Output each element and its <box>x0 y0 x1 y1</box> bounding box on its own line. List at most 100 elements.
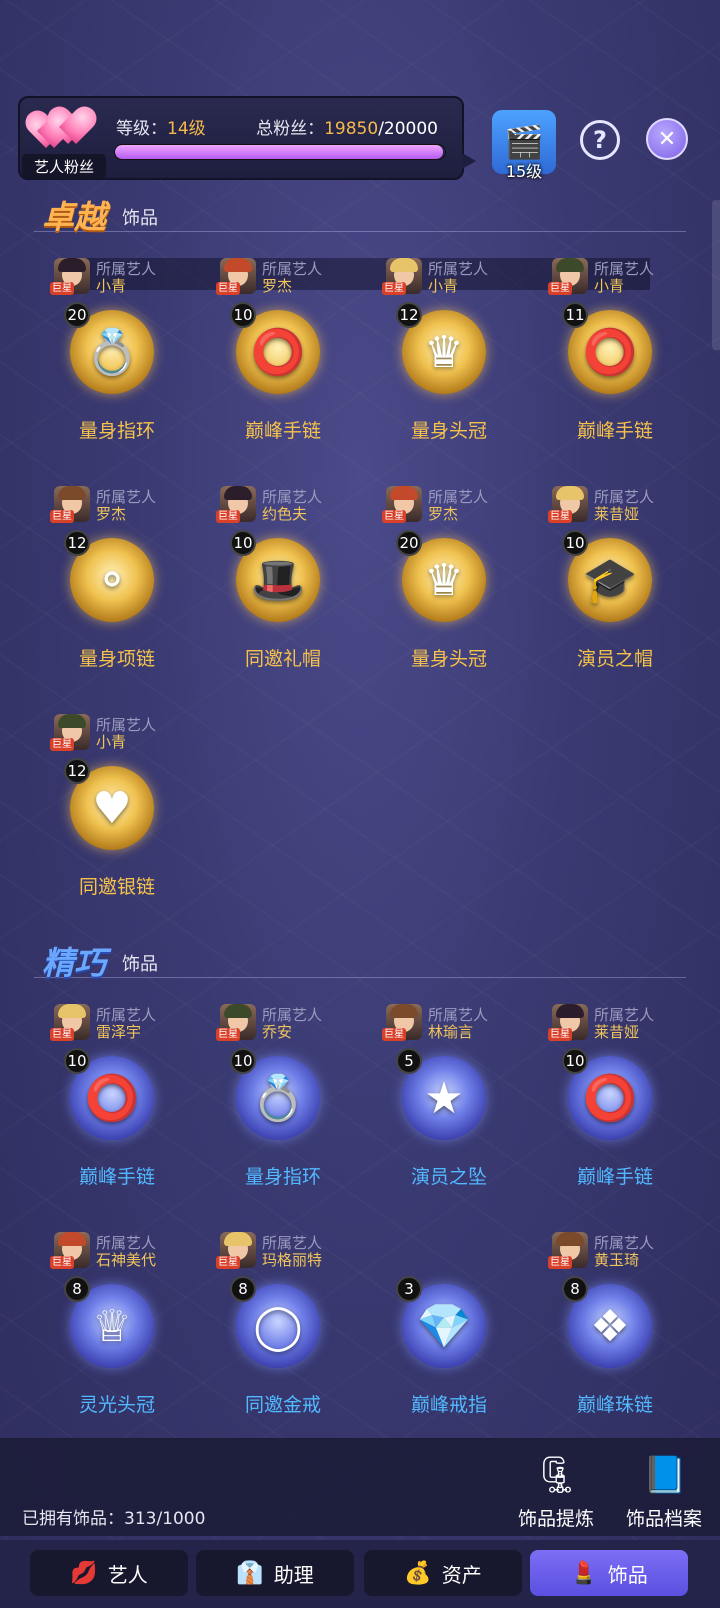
accessory-icon-wrap: ⭕ 10 <box>64 1048 154 1140</box>
assets-icon: 💰 <box>404 1560 432 1586</box>
owner-name: 黄玉琦 <box>594 1251 640 1269</box>
quantity-badge: 20 <box>396 530 422 556</box>
section-subtitle: 饰品 <box>122 954 158 975</box>
accessory-icon-wrap: ❖ 8 <box>562 1276 652 1368</box>
quantity-badge: 12 <box>64 758 90 784</box>
quantity-badge: 3 <box>396 1276 422 1302</box>
tab-artist[interactable]: 💋 艺人 <box>30 1550 188 1596</box>
tab-assets[interactable]: 💰 资产 <box>364 1550 522 1596</box>
fans-max: /20000 <box>378 119 438 139</box>
accessory-name: 量身头冠 <box>410 420 487 442</box>
superstar-badge: 巨星 <box>382 282 406 295</box>
accessory-card[interactable]: 巨星 所属艺人 乔安 💍 10 量身指环 <box>200 1004 366 1224</box>
accessory-name: 巅峰手链 <box>78 1166 155 1188</box>
section-title: 精巧 <box>42 944 107 982</box>
accessory-name: 量身指环 <box>78 420 155 442</box>
section-title: 卓越 <box>42 198 107 236</box>
artist-icon: 💋 <box>70 1560 98 1586</box>
accessory-card[interactable]: 💎 3 巅峰戒指 <box>366 1232 532 1452</box>
tab-label: 艺人 <box>107 1562 148 1587</box>
next-level-label: 15级 <box>505 162 543 181</box>
accessory-card[interactable]: 巨星 所属艺人 罗杰 ⭕ 10 巅峰手链 <box>200 258 366 478</box>
tab-label: 助理 <box>273 1562 314 1587</box>
quantity-badge: 10 <box>562 530 588 556</box>
quantity-badge: 8 <box>562 1276 588 1302</box>
accessory-icon-wrap: ♛ 20 <box>396 530 486 622</box>
accessory-card[interactable]: 巨星 所属艺人 小青 ⭕ 11 巅峰手链 <box>532 258 698 478</box>
tab-label: 资产 <box>441 1562 482 1587</box>
owner-name: 罗杰 <box>96 505 127 523</box>
refine-button[interactable]: 🗜 饰品提炼 <box>506 1450 606 1530</box>
owned-value: 313/1000 <box>124 1509 206 1529</box>
quantity-badge: 20 <box>64 302 90 328</box>
hearts-icon <box>28 104 98 154</box>
refine-icon: 🗜 <box>534 1455 580 1496</box>
quantity-badge: 8 <box>230 1276 256 1302</box>
fans-label: 总粉丝： <box>256 119 325 139</box>
superstar-badge: 巨星 <box>50 510 74 523</box>
owner-info: 巨星 所属艺人 乔安 <box>216 1004 366 1041</box>
level-display: 等级：14级 <box>116 114 206 139</box>
close-button[interactable]: ✕ <box>646 118 688 160</box>
superstar-badge: 巨星 <box>382 1028 406 1041</box>
owner-name: 林瑜言 <box>428 1023 474 1041</box>
owner-info: 巨星 所属艺人 小青 <box>382 258 532 295</box>
owner-info: 巨星 所属艺人 黄玉琦 <box>548 1232 698 1269</box>
owner-info: 巨星 所属艺人 莱昔娅 <box>548 486 698 523</box>
accessory-card[interactable]: 巨星 所属艺人 莱昔娅 🎓 10 演员之帽 <box>532 486 698 706</box>
accessory-card[interactable]: 巨星 所属艺人 玛格丽特 ◯ 8 同邀金戒 <box>200 1232 366 1452</box>
tab-accessory[interactable]: 💄 饰品 <box>530 1550 688 1596</box>
owner-info: 巨星 所属艺人 雷泽宇 <box>50 1004 200 1041</box>
accessory-icon-wrap: ♛ 12 <box>396 302 486 394</box>
accessory-name: 同邀礼帽 <box>244 648 321 670</box>
section-subtitle: 饰品 <box>122 208 158 229</box>
owned-label: 已拥有饰品： <box>22 1509 124 1529</box>
level-label: 等级： <box>116 119 167 139</box>
owner-name: 小青 <box>428 277 459 295</box>
accessory-card[interactable]: 巨星 所属艺人 莱昔娅 ⭕ 10 巅峰手链 <box>532 1004 698 1224</box>
accessory-card[interactable]: 巨星 所属艺人 罗杰 ⚬ 12 量身项链 <box>34 486 200 706</box>
fan-level-panel: 艺人粉丝 等级：14级 总粉丝：19850/20000 <box>18 96 476 180</box>
owner-name: 石神美代 <box>96 1251 157 1269</box>
accessory-name: 量身头冠 <box>410 648 487 670</box>
accessory-card[interactable]: 巨星 所属艺人 小青 💍 20 量身指环 <box>34 258 200 478</box>
accessory-card[interactable]: 巨星 所属艺人 小青 ♛ 12 量身头冠 <box>366 258 532 478</box>
superstar-badge: 巨星 <box>216 1028 240 1041</box>
accessory-card[interactable]: 巨星 所属艺人 石神美代 ♕ 8 灵光头冠 <box>34 1232 200 1452</box>
fans-progress-bar <box>114 144 446 160</box>
accessory-name: 同邀金戒 <box>244 1394 321 1416</box>
superstar-badge: 巨星 <box>50 738 74 751</box>
owner-name: 莱昔娅 <box>594 505 640 523</box>
archive-button[interactable]: 📘 饰品档案 <box>614 1450 714 1530</box>
accessory-name: 巅峰珠链 <box>576 1394 653 1416</box>
accessory-card[interactable]: 巨星 所属艺人 雷泽宇 ⭕ 10 巅峰手链 <box>34 1004 200 1224</box>
archive-book-icon: 📘 <box>642 1455 688 1496</box>
owner-info: 巨星 所属艺人 石神美代 <box>50 1232 200 1269</box>
accessory-name: 量身项链 <box>78 648 155 670</box>
owner-name: 小青 <box>96 277 127 295</box>
tab-assistant[interactable]: 👔 助理 <box>196 1550 354 1596</box>
superstar-badge: 巨星 <box>50 1256 74 1269</box>
owner-info: 巨星 所属艺人 玛格丽特 <box>216 1232 366 1269</box>
owner-name: 乔安 <box>262 1023 293 1041</box>
owner-info: 巨星 所属艺人 罗杰 <box>50 486 200 523</box>
owner-info: 巨星 所属艺人 小青 <box>50 258 200 295</box>
owner-name: 莱昔娅 <box>594 1023 640 1041</box>
quantity-badge: 12 <box>64 530 90 556</box>
accessory-name: 灵光头冠 <box>78 1394 155 1416</box>
fans-progress-fill <box>115 145 443 159</box>
accessory-card[interactable]: 巨星 所属艺人 罗杰 ♛ 20 量身头冠 <box>366 486 532 706</box>
superstar-badge: 巨星 <box>382 510 406 523</box>
help-button[interactable]: ? <box>580 120 620 160</box>
accessory-card[interactable]: 巨星 所属艺人 小青 ♥ 12 同邀银链 <box>34 714 200 934</box>
quantity-badge: 10 <box>230 302 256 328</box>
accessory-icon-wrap: 💎 3 <box>396 1276 486 1368</box>
superstar-badge: 巨星 <box>548 282 572 295</box>
close-icon: ✕ <box>657 126 677 152</box>
accessory-icon-wrap: ★ 5 <box>396 1048 486 1140</box>
accessory-card[interactable]: 巨星 所属艺人 林瑜言 ★ 5 演员之坠 <box>366 1004 532 1224</box>
accessory-card[interactable]: 巨星 所属艺人 约色夫 🎩 10 同邀礼帽 <box>200 486 366 706</box>
accessory-card[interactable]: 巨星 所属艺人 黄玉琦 ❖ 8 巅峰珠链 <box>532 1232 698 1452</box>
accessory-icon-wrap: ♥ 12 <box>64 758 154 850</box>
owner-name: 玛格丽特 <box>262 1251 323 1269</box>
